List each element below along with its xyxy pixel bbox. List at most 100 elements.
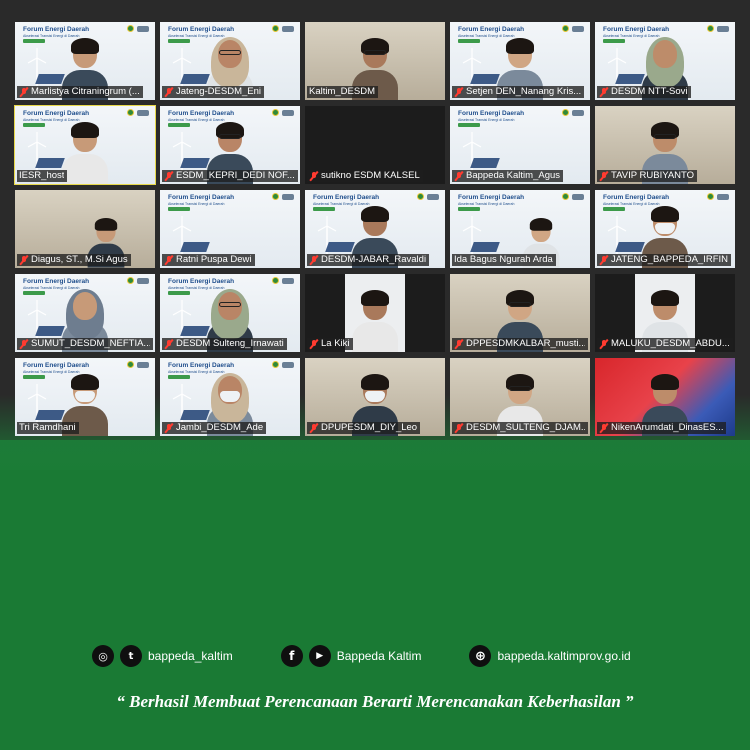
facebook-icon[interactable]: f: [280, 645, 303, 667]
participant-name: DESDM_SULTENG_DJAM...: [466, 422, 585, 433]
sponsor-logos: [272, 193, 294, 200]
forum-tag: [23, 39, 45, 43]
participant-name: Ida Bagus Ngurah Arda: [454, 254, 553, 265]
forum-title: Forum Energi Daerah: [23, 278, 90, 285]
twitter-icon[interactable]: t: [120, 645, 142, 667]
youtube-icon[interactable]: ▶: [308, 645, 331, 667]
solar-panel-icon: [615, 74, 645, 84]
sponsor-logos: [127, 25, 149, 32]
hair: [651, 290, 679, 306]
solar-panel-icon: [35, 410, 65, 420]
participant-tile[interactable]: TAVIP RUBIYANTO: [595, 106, 735, 184]
participant-tile[interactable]: Forum Energi Daerah Akselerasi Transisi E…: [15, 358, 155, 436]
forum-tag: [313, 207, 335, 211]
forum-subtitle: Akselerasi Transisi Energi di Daerah: [458, 34, 515, 38]
mic-off-icon: [309, 339, 318, 349]
participant-tile[interactable]: Forum Energi Daerah Akselerasi Transisi E…: [14, 105, 156, 185]
face-mask: [220, 391, 240, 402]
mic-off-icon: [454, 171, 463, 181]
participant-tile[interactable]: DPUPESDM_DIY_Leo: [305, 358, 445, 436]
iesr-logo: [427, 194, 439, 200]
globe-icon[interactable]: ⊕: [469, 645, 492, 667]
mic-off-icon: [599, 423, 608, 433]
participant-name-bar: Jateng-DESDM_Eni: [162, 86, 265, 98]
participant-tile[interactable]: Forum Energi Daerah Akselerasi Transisi E…: [15, 22, 155, 100]
participant-tile[interactable]: Forum Energi Daerah Akselerasi Transisi E…: [160, 358, 300, 436]
hair: [361, 206, 389, 222]
sponsor-logos: [272, 277, 294, 284]
forum-subtitle: Akselerasi Transisi Energi di Daerah: [168, 286, 225, 290]
participant-name-bar: DPPESDMKALBAR_musti...: [452, 338, 588, 350]
mic-off-icon: [19, 339, 28, 349]
participant-name: Tri Ramdhani: [19, 422, 76, 433]
participant-name: DESDM Sulteng_Irnawati: [176, 338, 284, 349]
solar-panel-icon: [35, 326, 65, 336]
emblem-logo: [272, 277, 279, 284]
hair: [94, 218, 118, 231]
participant-name-bar: Ida Bagus Ngurah Arda: [452, 254, 556, 266]
participant-tile[interactable]: Forum Energi Daerah Akselerasi Transisi E…: [450, 22, 590, 100]
forum-subtitle: Akselerasi Transisi Energi di Daerah: [168, 370, 225, 374]
participant-name: IESR_host: [19, 170, 65, 181]
forum-title: Forum Energi Daerah: [313, 194, 380, 201]
participant-name-bar: Marlistya Citraningrum (...: [17, 86, 143, 98]
participant-name-bar: DESDM-JABAR_Ravaldi: [307, 254, 430, 266]
participant-tile[interactable]: Forum Energi Daerah Akselerasi Transisi E…: [305, 190, 445, 268]
participant-tile[interactable]: Forum Energi Daerah Akselerasi Transisi E…: [15, 274, 155, 352]
solar-panel-icon: [470, 74, 500, 84]
participant-name-bar: ESDM_KEPRI_DEDI NOF...: [162, 170, 298, 182]
solar-panel-icon: [470, 242, 500, 252]
mic-off-icon: [19, 87, 28, 97]
participant-tile[interactable]: MALUKU_DESDM_ABDU...: [595, 274, 735, 352]
emblem-logo: [707, 25, 714, 32]
forum-subtitle: Akselerasi Transisi Energi di Daerah: [603, 202, 660, 206]
hair: [71, 374, 99, 390]
iesr-logo: [137, 110, 149, 116]
participant-video: [62, 122, 108, 184]
participant-tile[interactable]: Forum Energi Daerah Akselerasi Transisi E…: [450, 106, 590, 184]
solar-panel-icon: [180, 410, 210, 420]
emblem-logo: [562, 109, 569, 116]
participant-name-bar: IESR_host: [17, 170, 68, 182]
participant-tile[interactable]: Kaltim_DESDM: [305, 22, 445, 100]
forum-title: Forum Energi Daerah: [168, 26, 235, 33]
page-name[interactable]: Bappeda Kaltim: [337, 649, 422, 663]
participant-name: La Kiki: [321, 338, 350, 349]
forum-tag: [458, 207, 480, 211]
solar-panel-icon: [470, 158, 500, 168]
forum-title: Forum Energi Daerah: [168, 194, 235, 201]
participant-tile[interactable]: La Kiki: [305, 274, 445, 352]
forum-title: Forum Energi Daerah: [458, 110, 525, 117]
forum-tag: [603, 207, 625, 211]
social-handle[interactable]: bappeda_kaltim: [148, 649, 233, 663]
participant-name-bar: JATENG_BAPPEDA_IRFIN: [597, 254, 732, 266]
participant-tile[interactable]: Forum Energi Daerah Akselerasi Transisi E…: [450, 190, 590, 268]
iesr-logo: [717, 194, 729, 200]
participant-tile[interactable]: DESDM_SULTENG_DJAM...: [450, 358, 590, 436]
participant-tile[interactable]: Forum Energi Daerah Akselerasi Transisi E…: [160, 190, 300, 268]
iesr-logo: [137, 278, 149, 284]
participant-tile[interactable]: NikenArumdati_DinasES...: [595, 358, 735, 436]
participant-tile[interactable]: DPPESDMKALBAR_musti...: [450, 274, 590, 352]
website-link[interactable]: bappeda.kaltimprov.go.id: [497, 649, 630, 663]
participant-tile[interactable]: Forum Energi Daerah Akselerasi Transisi E…: [160, 106, 300, 184]
participant-name-bar: MALUKU_DESDM_ABDU...: [597, 338, 733, 350]
participant-name: sutikno ESDM KALSEL: [321, 170, 420, 181]
hair: [651, 206, 679, 222]
participant-face: [653, 40, 677, 68]
instagram-icon[interactable]: ◎: [92, 645, 114, 667]
forum-subtitle: Akselerasi Transisi Energi di Daerah: [23, 34, 80, 38]
participant-tile[interactable]: Forum Energi Daerah Akselerasi Transisi E…: [595, 22, 735, 100]
glasses: [219, 50, 241, 55]
participant-name: TAVIP RUBIYANTO: [611, 170, 695, 181]
participant-tile[interactable]: Forum Energi Daerah Akselerasi Transisi E…: [595, 190, 735, 268]
forum-tag: [458, 123, 480, 127]
participant-tile[interactable]: Forum Energi Daerah Akselerasi Transisi E…: [160, 22, 300, 100]
forum-title: Forum Energi Daerah: [168, 278, 235, 285]
participant-tile[interactable]: Forum Energi Daerah Akselerasi Transisi E…: [160, 274, 300, 352]
iesr-logo: [717, 26, 729, 32]
participant-tile[interactable]: Diagus, ST., M.Si Agus: [15, 190, 155, 268]
participant-name: NikenArumdati_DinasES...: [611, 422, 724, 433]
emblem-logo: [272, 25, 279, 32]
participant-tile[interactable]: sutikno ESDM KALSEL: [305, 106, 445, 184]
